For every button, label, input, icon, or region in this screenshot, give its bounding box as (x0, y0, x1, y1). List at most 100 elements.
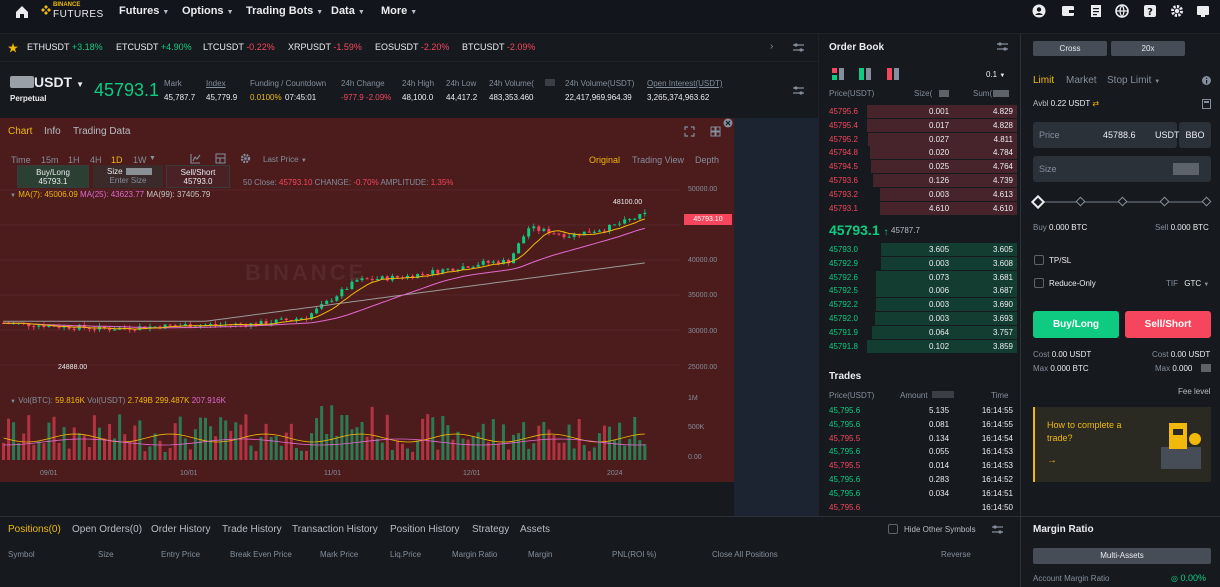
gear-icon[interactable] (1170, 4, 1184, 18)
orderbook-row[interactable]: 45794.8 0.020 4.784 (829, 146, 1017, 160)
ticker-item[interactable]: EOSUSDT -2.20% (375, 42, 449, 52)
promo-card[interactable]: How to complete a trade? → (1033, 407, 1211, 482)
nav-options[interactable]: Options ▼ (182, 0, 234, 34)
calculator-icon[interactable] (1202, 99, 1211, 109)
book-asks-icon[interactable] (887, 68, 899, 80)
orders-icon[interactable] (1089, 4, 1103, 18)
grid-layout-icon[interactable] (710, 126, 721, 137)
orderbook-row[interactable]: 45795.4 0.017 4.828 (829, 118, 1017, 132)
ticker-item[interactable]: ETCUSDT +4.90% (116, 42, 192, 52)
orderbook-row[interactable]: 45793.0 3.605 3.605 (829, 243, 1017, 256)
tab-trading-data[interactable]: Trading Data (73, 126, 130, 137)
slider-tick[interactable] (1159, 196, 1170, 207)
ticker-item[interactable]: ETHUSDT +3.18% (27, 42, 103, 52)
tab-transaction-history[interactable]: Transaction History (292, 524, 378, 535)
leverage-button[interactable]: 20x (1111, 41, 1185, 56)
user-icon[interactable] (1032, 4, 1046, 18)
expand-icon[interactable] (684, 126, 695, 137)
slider-handle[interactable] (1030, 194, 1046, 210)
tab-open-orders[interactable]: Open Orders(0) (72, 524, 142, 535)
buy-long-button[interactable]: Buy/Long (1033, 311, 1119, 338)
orderbook-row[interactable]: 45792.0 0.003 3.693 (829, 312, 1017, 325)
order-type-stop-limit[interactable]: Stop Limit ▼ (1107, 75, 1160, 86)
nav-more[interactable]: More ▼ (381, 0, 417, 34)
order-type-limit[interactable]: Limit (1033, 75, 1054, 86)
price-type-select[interactable]: Last Price ▼ (263, 155, 307, 164)
binance-logo-icon[interactable] (41, 5, 51, 15)
tab-trade-history[interactable]: Trade History (222, 524, 282, 535)
sell-short-button[interactable]: Sell/Short (1125, 311, 1211, 338)
size-input[interactable]: Size (1033, 156, 1211, 182)
settings-sliders-icon[interactable] (992, 525, 1003, 535)
symbol-name[interactable]: USDT ▼ (34, 74, 84, 90)
home-icon[interactable] (15, 5, 29, 19)
slider-tick[interactable] (1075, 196, 1086, 207)
settings-sliders-icon[interactable] (793, 86, 804, 96)
info-icon[interactable] (1202, 76, 1211, 85)
tab-assets[interactable]: Assets (520, 524, 550, 535)
nav-data[interactable]: Data ▼ (331, 0, 365, 34)
tab-info[interactable]: Info (44, 126, 61, 137)
orderbook-row[interactable]: 45792.5 0.006 3.687 (829, 284, 1017, 298)
tab-positions[interactable]: Positions(0) (8, 524, 61, 535)
orderbook-row[interactable]: 45795.2 0.027 4.811 (829, 132, 1017, 146)
orderbook-row[interactable]: 45795.6 0.001 4.829 (829, 105, 1017, 118)
book-bids-icon[interactable] (859, 68, 871, 80)
indicator-icon[interactable] (190, 153, 201, 164)
tab-order-history[interactable]: Order History (151, 524, 210, 535)
tab-chart[interactable]: Chart (8, 126, 32, 137)
settings-sliders-icon[interactable] (793, 43, 804, 53)
ticker-item[interactable]: XRPUSDT -1.59% (288, 42, 362, 52)
ticker-item[interactable]: LTCUSDT -0.22% (203, 42, 275, 52)
chevron-right-icon[interactable]: › (770, 41, 773, 52)
orderbook-row[interactable]: 45793.1 4.610 4.610 (829, 201, 1017, 215)
orderbook-row[interactable]: 45792.9 0.003 3.608 (829, 256, 1017, 270)
orderbook-row[interactable]: 45791.8 0.102 3.859 (829, 339, 1017, 353)
precision-select[interactable]: 0.1 ▼ (986, 70, 1005, 79)
orderbook-row[interactable]: 45793.2 0.003 4.613 (829, 187, 1017, 201)
multi-assets-button[interactable]: Multi-Assets (1033, 548, 1211, 564)
margin-mode-button[interactable]: Cross (1033, 41, 1107, 56)
nav-futures[interactable]: Futures ▼ (119, 0, 169, 34)
bbo-button[interactable]: BBO (1179, 122, 1211, 148)
order-type-market[interactable]: Market (1066, 75, 1097, 86)
interval-4h[interactable]: 4H (90, 155, 102, 165)
tif-select[interactable]: TIF GTC ▼ (1166, 279, 1209, 288)
chart-settings-icon[interactable] (240, 153, 251, 164)
settings-sliders-icon[interactable] (997, 42, 1008, 52)
price-input[interactable]: Price 45788.6 USDT (1033, 122, 1180, 148)
help-icon[interactable]: ? (1143, 4, 1157, 18)
view-original[interactable]: Original (589, 155, 620, 165)
orderbook-row[interactable]: 45791.9 0.064 3.757 (829, 325, 1017, 339)
interval-1w[interactable]: 1W (133, 155, 147, 165)
star-icon[interactable] (8, 43, 18, 53)
interval-time[interactable]: Time (11, 155, 31, 165)
nav-trading-bots[interactable]: Trading Bots ▼ (246, 0, 323, 34)
orderbook-row[interactable]: 45794.5 0.025 4.764 (829, 160, 1017, 174)
view-trading-view[interactable]: Trading View (632, 155, 684, 165)
slider-tick[interactable] (1117, 196, 1128, 207)
orderbook-row[interactable]: 45792.2 0.003 3.690 (829, 298, 1017, 312)
wallet-icon[interactable] (1061, 4, 1075, 18)
tab-strategy[interactable]: Strategy (472, 524, 509, 535)
interval-15m[interactable]: 15m (41, 155, 59, 165)
view-depth[interactable]: Depth (695, 155, 719, 165)
fee-level-link[interactable]: Fee level (1178, 387, 1210, 396)
close-all-positions-button[interactable]: Close All Positions (712, 550, 778, 559)
price-chart[interactable] (0, 180, 734, 480)
book-both-icon[interactable] (832, 68, 844, 80)
globe-icon[interactable] (1115, 4, 1129, 18)
reduce-only-checkbox[interactable] (1034, 278, 1044, 288)
slider-tick[interactable] (1201, 196, 1212, 207)
layout-icon[interactable] (215, 153, 226, 164)
hide-other-checkbox[interactable] (888, 524, 898, 534)
tab-position-history[interactable]: Position History (390, 524, 459, 535)
orderbook-row[interactable]: 45793.6 0.126 4.739 (829, 174, 1017, 187)
tpsl-checkbox[interactable] (1034, 255, 1044, 265)
theme-icon[interactable] (1196, 4, 1210, 18)
ticker-item[interactable]: BTCUSDT -2.09% (462, 42, 535, 52)
close-icon[interactable] (723, 118, 733, 128)
interval-1d[interactable]: 1D (111, 155, 123, 165)
interval-1h[interactable]: 1H (68, 155, 80, 165)
orderbook-row[interactable]: 45792.6 0.073 3.681 (829, 270, 1017, 284)
